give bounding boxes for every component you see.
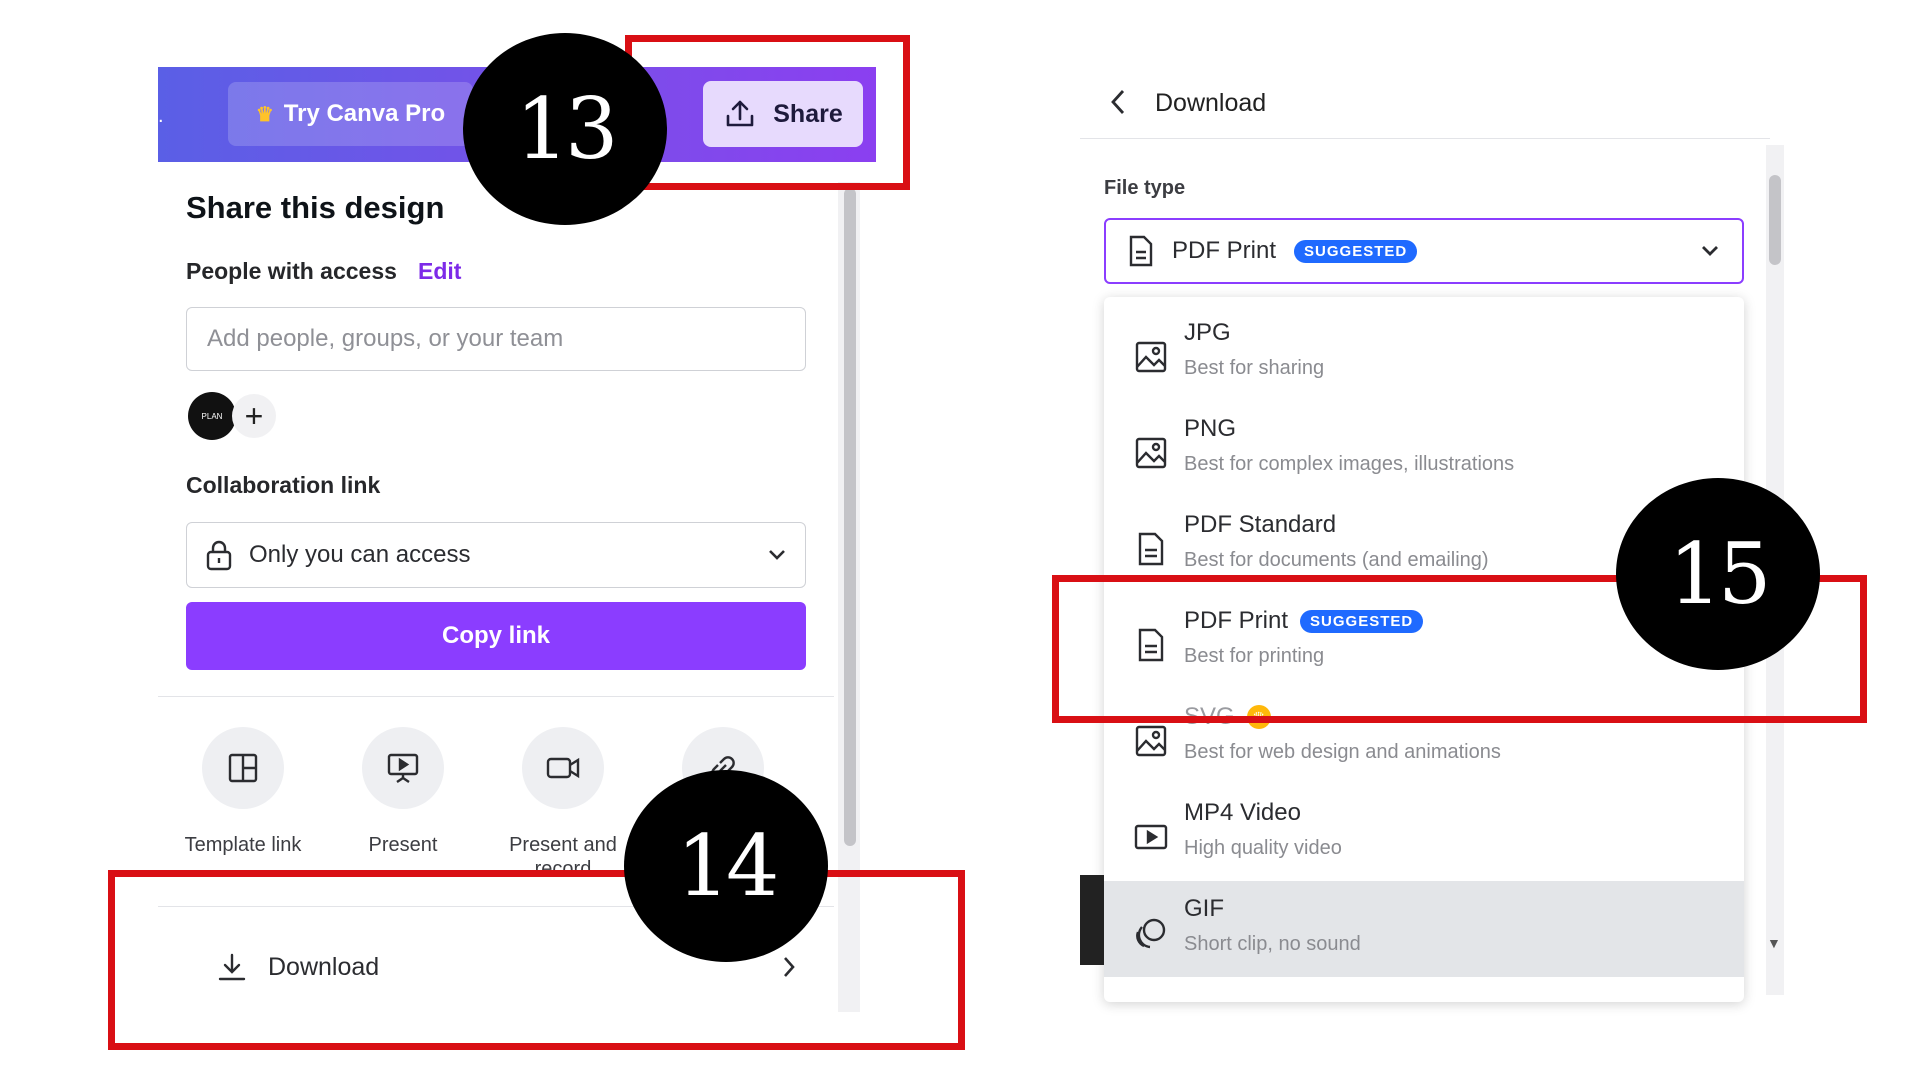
divider (158, 696, 834, 697)
copy-link-button[interactable]: Copy link (186, 602, 806, 670)
video-camera-icon (546, 757, 580, 779)
lock-icon (206, 540, 232, 571)
video-icon (1134, 824, 1168, 850)
try-canva-pro-button[interactable]: ♛ Try Canva Pro (228, 82, 473, 146)
try-pro-label: Try Canva Pro (283, 100, 446, 127)
people-with-access-label: People with access (186, 258, 397, 284)
scrollbar-thumb[interactable] (1769, 175, 1781, 265)
share-panel-title: Share this design (186, 190, 445, 225)
collaboration-access-value: Only you can access (249, 541, 471, 568)
file-type-option-mp4[interactable]: MP4 Video High quality video (1104, 785, 1744, 881)
annotation-box-download (108, 870, 965, 1050)
file-type-description: High quality video (1184, 837, 1342, 859)
file-type-selected-value: PDF Print (1172, 237, 1277, 264)
share-option-label: Present (368, 834, 438, 856)
file-type-name: GIF (1184, 895, 1224, 922)
share-option-template-link[interactable]: Template link (168, 727, 318, 857)
step-number-14: 14 (624, 770, 828, 962)
file-type-name: PNG (1184, 415, 1237, 442)
scroll-down-arrow-icon[interactable]: ▼ (1767, 935, 1781, 951)
share-option-present-and-record[interactable]: Present and record (488, 727, 638, 881)
file-type-description: Best for sharing (1184, 357, 1325, 379)
file-type-select[interactable]: PDF Print SUGGESTED (1104, 218, 1744, 284)
document-icon (1129, 235, 1153, 267)
image-icon (1135, 341, 1167, 373)
file-type-option-jpg[interactable]: JPG Best for sharing (1104, 305, 1744, 401)
file-type-description: Best for complex images, illustrations (1184, 453, 1515, 475)
file-type-label: File type (1104, 177, 1186, 199)
download-panel-title: Download (1155, 89, 1267, 117)
avatar[interactable]: PLAN (188, 392, 236, 440)
present-icon (387, 753, 419, 783)
add-people-input[interactable]: Add people, groups, or your team (186, 307, 806, 371)
crown-icon: ♛ (255, 103, 274, 126)
file-type-description: Short clip, no sound (1184, 933, 1361, 955)
file-type-description: Best for web design and animations (1184, 741, 1501, 763)
document-icon (1138, 532, 1164, 566)
annotation-box-share (625, 35, 910, 190)
template-icon (228, 753, 258, 783)
step-number-15: 15 (1616, 478, 1820, 670)
edit-access-link[interactable]: Edit (418, 258, 461, 285)
suggested-badge: SUGGESTED (1294, 239, 1418, 263)
collaboration-link-label: Collaboration link (186, 472, 381, 498)
scrollbar-thumb[interactable] (844, 188, 856, 846)
step-number-13: 13 (463, 33, 667, 225)
more-dots-icon[interactable]: . (158, 105, 170, 128)
back-arrow-icon[interactable] (1108, 87, 1128, 117)
add-member-button[interactable]: + (232, 394, 276, 438)
file-type-name: PDF Standard (1184, 511, 1337, 538)
gif-icon (1136, 918, 1166, 949)
file-type-option-gif[interactable]: GIF Short clip, no sound (1104, 881, 1744, 977)
chevron-down-icon (1702, 246, 1718, 256)
share-option-label: Template link (184, 834, 302, 856)
divider (1080, 138, 1770, 139)
file-type-option-png[interactable]: PNG Best for complex images, illustratio… (1104, 401, 1744, 497)
canvas-background-strip (1080, 875, 1104, 965)
file-type-name: JPG (1184, 319, 1231, 346)
collaboration-access-select[interactable]: Only you can access (186, 522, 806, 588)
file-type-description: Best for documents (and emailing) (1184, 549, 1489, 571)
share-option-present[interactable]: Present (328, 727, 478, 857)
image-icon (1135, 725, 1167, 757)
file-type-name: MP4 Video (1184, 799, 1301, 826)
chevron-down-icon (769, 550, 785, 560)
image-icon (1135, 437, 1167, 469)
